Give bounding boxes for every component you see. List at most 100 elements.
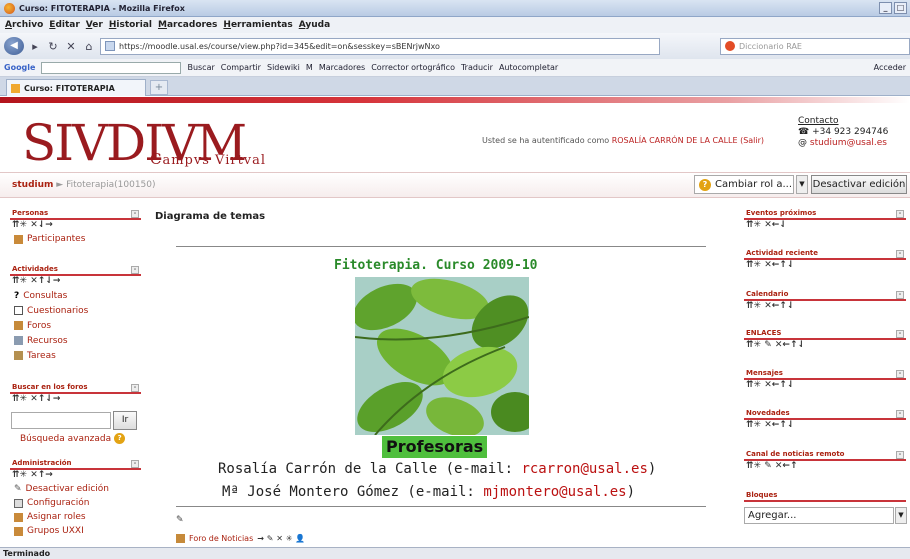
professor-2-close: ) <box>626 484 636 500</box>
url-bar[interactable]: https://moodle.usal.es/course/view.php?i… <box>100 37 660 55</box>
moodle-favicon <box>11 83 20 93</box>
tab-curso[interactable]: Curso: FITOTERAPIA <box>6 79 146 96</box>
professor-1-close: ) <box>647 461 657 477</box>
google-search-input[interactable] <box>41 61 182 74</box>
collapse-icon[interactable]: - <box>131 266 139 274</box>
collapse-icon[interactable]: - <box>896 330 904 338</box>
menu-archivo[interactable]: Archivo <box>5 20 43 30</box>
help-icon[interactable]: ? <box>699 178 711 191</box>
collapse-icon[interactable]: - <box>896 410 904 418</box>
contact-link[interactable]: Contacto <box>798 116 888 127</box>
block-bloques: Bloques <box>744 491 906 502</box>
google-acceder[interactable]: Acceder <box>874 63 910 72</box>
role-select[interactable]: ? Cambiar rol a... <box>694 175 794 194</box>
google-marcadores[interactable]: Marcadores <box>319 63 365 72</box>
logout-link[interactable]: (Salir) <box>740 136 764 145</box>
collapse-icon[interactable]: - <box>896 451 904 459</box>
block-canal-noticias: Canal de noticias remoto - ⇈✳ ✎ ✕←↑ <box>744 450 906 473</box>
block-controls[interactable]: ⇈✳ ✕↑⇃→ <box>10 276 141 288</box>
edit-summary-icon[interactable]: ✎ <box>176 515 184 525</box>
menu-ver[interactable]: Ver <box>86 20 103 30</box>
breadcrumb-separator: ► <box>56 180 64 190</box>
block-controls[interactable]: ⇈✳ ✕←⇃ <box>744 220 906 232</box>
block-eventos-proximos: Eventos próximos - ⇈✳ ✕←⇃ <box>744 209 906 232</box>
block-controls[interactable]: ⇈✳ ✕←↑⇃ <box>744 420 906 432</box>
collapse-icon[interactable]: - <box>896 250 904 258</box>
back-button[interactable]: ◀ <box>4 37 24 55</box>
window-titlebar: Curso: FITOTERAPIA - Mozilla Firefox _ □ <box>0 0 910 17</box>
groups-icon <box>14 526 23 536</box>
collapse-icon[interactable]: - <box>131 210 139 218</box>
login-prefix: Usted se ha autentificado como <box>482 136 610 145</box>
professor-1-email[interactable]: rcarron@usal.es <box>521 461 647 477</box>
google-traducir[interactable]: Traducir <box>461 63 493 72</box>
sidebar-item-cuestionarios[interactable]: Cuestionarios <box>10 303 141 318</box>
block-controls[interactable]: ⇈✳ ✕⇃→ <box>10 220 141 232</box>
sidebar-item-asignar-roles[interactable]: Asignar roles <box>10 510 141 524</box>
sidebar-item-grupos-uxxi[interactable]: Grupos UXXI <box>10 524 141 538</box>
search-box[interactable]: Diccionario RAE <box>720 37 910 55</box>
forum-controls[interactable]: → ✎ ✕ ✳ 👤 <box>257 534 305 543</box>
sidebar-item-participantes[interactable]: Participantes <box>10 232 141 246</box>
block-controls[interactable]: ⇈✳ ✕↑⇃→ <box>10 394 141 406</box>
block-controls[interactable]: ⇈✳ ✎ ✕←↑ <box>744 461 906 473</box>
google-sidewiki[interactable]: Sidewiki <box>267 63 300 72</box>
collapse-icon[interactable]: - <box>896 291 904 299</box>
block-title: ENLACES - <box>744 329 906 340</box>
maximize-button[interactable]: □ <box>894 2 907 14</box>
google-corrector[interactable]: Corrector ortográfico <box>371 63 455 72</box>
contact-email[interactable]: studium@usal.es <box>810 138 887 148</box>
assignment-icon <box>14 351 23 360</box>
block-title: Novedades - <box>744 409 906 420</box>
forum-search-go-button[interactable]: Ir <box>113 411 137 430</box>
collapse-icon[interactable]: - <box>896 370 904 378</box>
minimize-button[interactable]: _ <box>879 2 892 14</box>
sidebar-item-tareas[interactable]: Tareas <box>10 348 141 363</box>
chevron-down-icon[interactable]: ▼ <box>796 175 808 194</box>
block-title: Actividades - <box>10 265 141 276</box>
add-block-select[interactable]: Agregar... <box>744 507 894 524</box>
google-logo: Google <box>4 63 36 72</box>
login-user-link[interactable]: ROSALÍA CARRÓN DE LA CALLE <box>612 136 738 145</box>
stop-icon[interactable]: ✕ <box>64 40 78 53</box>
new-tab-button[interactable]: + <box>150 80 168 95</box>
block-controls[interactable]: ⇈✳ ✎ ✕←↑⇃ <box>744 340 906 352</box>
block-controls[interactable]: ⇈✳ ✕←↑⇃ <box>744 260 906 272</box>
sidebar-item-recursos[interactable]: Recursos <box>10 333 141 348</box>
breadcrumb-home[interactable]: studium <box>12 180 53 190</box>
collapse-icon[interactable]: - <box>131 384 139 392</box>
menu-herramientas[interactable]: Herramientas <box>223 20 292 30</box>
forum-icon <box>176 534 185 543</box>
block-controls[interactable]: ⇈✳ ✕←↑⇃ <box>744 301 906 313</box>
menu-marcadores[interactable]: Marcadores <box>158 20 217 30</box>
phone-icon: ☎ <box>798 127 810 137</box>
google-buscar[interactable]: Buscar <box>187 63 214 72</box>
reload-icon[interactable]: ↻ <box>46 40 60 53</box>
collapse-icon[interactable]: - <box>896 210 904 218</box>
campus-virtual-logo: Campvs Virtval <box>150 150 267 168</box>
menu-ayuda[interactable]: Ayuda <box>299 20 330 30</box>
help-icon[interactable]: ? <box>114 433 126 444</box>
chevron-down-icon[interactable]: ▼ <box>895 507 907 524</box>
google-gmail[interactable]: M <box>306 63 313 72</box>
block-controls[interactable]: ⇈✳ ✕←↑⇃ <box>744 380 906 392</box>
roles-icon <box>14 512 23 522</box>
profesoras-heading: Profesoras <box>382 436 488 458</box>
forward-button[interactable]: ▸ <box>28 40 42 53</box>
block-title: Actividad reciente - <box>744 249 906 260</box>
home-icon[interactable]: ⌂ <box>82 40 96 53</box>
google-compartir[interactable]: Compartir <box>221 63 261 72</box>
google-autocompletar[interactable]: Autocompletar <box>499 63 558 72</box>
block-personas: Personas - ⇈✳ ✕⇃→ Participantes <box>10 209 141 246</box>
forum-link[interactable]: Foro de Noticias <box>189 534 253 543</box>
menu-historial[interactable]: Historial <box>109 20 152 30</box>
turn-editing-off-button[interactable]: Desactivar edición <box>811 175 907 194</box>
menu-editar[interactable]: Editar <box>49 20 80 30</box>
block-title: Eventos próximos - <box>744 209 906 220</box>
sidebar-item-foros[interactable]: Foros <box>10 318 141 333</box>
forum-search-input[interactable] <box>11 412 111 429</box>
advanced-search-link[interactable]: Búsqueda avanzada <box>20 434 111 444</box>
forum-icon <box>14 321 23 330</box>
sidebar-item-consultas[interactable]: ? Consultas <box>10 288 141 303</box>
professor-2-email[interactable]: mjmontero@usal.es <box>483 484 626 500</box>
